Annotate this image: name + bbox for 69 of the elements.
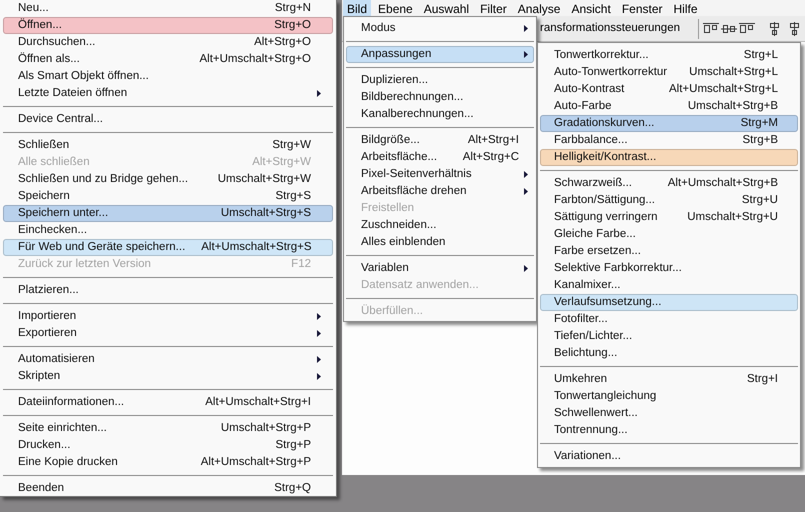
menu-bar-item[interactable]: Filter	[476, 0, 511, 16]
menu-bar-item[interactable]: Hilfe	[670, 0, 702, 16]
menu-item[interactable]: Seite einrichten... Umschalt+Strg+P	[3, 420, 333, 437]
menu-item[interactable]: Speichern unter... Umschalt+Strg+S	[3, 205, 333, 222]
menu-item[interactable]: Kanalmixer...	[540, 277, 798, 294]
menu-item[interactable]: Belichtung...	[540, 345, 798, 362]
menu-item[interactable]: Farbton/Sättigung... Strg+U	[540, 192, 798, 209]
menu-bar-item[interactable]: Bild	[343, 0, 372, 16]
menu-item[interactable]: Selektive Farbkorrektur...	[540, 260, 798, 277]
menu-item[interactable]: Farbbalance... Strg+B	[540, 132, 798, 149]
menu-item[interactable]: Modus	[346, 20, 534, 37]
menu-item[interactable]: Auto-Kontrast Alt+Umschalt+Strg+L	[540, 81, 798, 98]
menu-item[interactable]: Eine Kopie drucken Alt+Umschalt+Strg+P	[3, 454, 333, 471]
menu-item[interactable]: Verlaufsumsetzung...	[540, 294, 798, 311]
menu-item[interactable]: Schließen Strg+W	[3, 137, 333, 154]
menu-item[interactable]: Pixel-Seitenverhältnis	[346, 166, 534, 183]
menu-item[interactable]: Farbe ersetzen...	[540, 243, 798, 260]
menu-item[interactable]: Arbeitsfläche drehen	[346, 183, 534, 200]
menu-bar-item[interactable]: Analyse	[514, 0, 564, 16]
options-label: ransformationssteuerungen	[540, 20, 680, 36]
menu-item[interactable]: Öffnen... Strg+O	[3, 17, 333, 34]
menu-item[interactable]: Bildberechnungen...	[346, 89, 534, 106]
menu-item[interactable]: Durchsuchen... Alt+Strg+O	[3, 34, 333, 51]
menu-item[interactable]: Dateiinformationen... Alt+Umschalt+Strg+I	[3, 394, 333, 411]
menu-item[interactable]: Speichern Strg+S	[3, 188, 333, 205]
menu-item[interactable]: Tonwertangleichung	[540, 388, 798, 405]
menu-item[interactable]: Umkehren Strg+I	[540, 371, 798, 388]
menu-item[interactable]: Zuschneiden...	[346, 217, 534, 234]
menu-item[interactable]: Platzieren...	[3, 282, 333, 299]
menu-item[interactable]: Drucken... Strg+P	[3, 437, 333, 454]
menu-item[interactable]: Schließen und zu Bridge gehen... Umschalt+Strg+W	[3, 171, 333, 188]
menu-bar-item[interactable]: Ebene	[374, 0, 417, 16]
menu-item[interactable]: Gleiche Farbe...	[540, 226, 798, 243]
menu-item[interactable]: Variablen	[346, 260, 534, 277]
menu-item[interactable]: Öffnen als... Alt+Umschalt+Strg+O	[3, 51, 333, 68]
menu-item[interactable]: Tonwertkorrektur... Strg+L	[540, 47, 798, 64]
menu-item[interactable]: Beenden Strg+Q	[3, 480, 333, 497]
menu-item[interactable]: Einchecken...	[3, 222, 333, 239]
menu-item[interactable]: Fotofilter...	[540, 311, 798, 328]
menu-item[interactable]: Bildgröße... Alt+Strg+I	[346, 132, 534, 149]
menu-item[interactable]: Kanalberechnungen...	[346, 106, 534, 123]
menu-item[interactable]: Automatisieren	[3, 351, 333, 368]
menu-item[interactable]: Gradationskurven... Strg+M	[540, 115, 798, 132]
menu-item[interactable]: Anpassungen	[346, 46, 534, 63]
menu-item[interactable]: Neu... Strg+N	[3, 0, 333, 17]
align-icon[interactable]	[739, 22, 755, 36]
align-icon[interactable]	[703, 22, 719, 36]
menu-item[interactable]: Tiefen/Lichter...	[540, 328, 798, 345]
menu-item[interactable]: Skripten	[3, 368, 333, 385]
menu-item[interactable]: Variationen...	[540, 448, 798, 465]
menu-item[interactable]: Schwellenwert...	[540, 405, 798, 422]
menu-item[interactable]: Helligkeit/Kontrast...	[540, 149, 798, 166]
menu-item[interactable]: Alles einblenden	[346, 234, 534, 251]
menu-bar-item[interactable]: Auswahl	[420, 0, 474, 16]
menu-item[interactable]: Duplizieren...	[346, 72, 534, 89]
menu-item[interactable]: Device Central...	[3, 111, 333, 128]
menu-bar-item[interactable]: Ansicht	[567, 0, 615, 16]
menu-item[interactable]: Letzte Dateien öffnen	[3, 85, 333, 102]
menu-item[interactable]: Arbeitsfläche... Alt+Strg+C	[346, 149, 534, 166]
menu-item[interactable]: Für Web und Geräte speichern... Alt+Umschalt+Strg+S	[3, 239, 333, 256]
menu-item[interactable]: Sättigung verringern Umschalt+Strg+U	[540, 209, 798, 226]
menu-item[interactable]: Auto-Tonwertkorrektur Umschalt+Strg+L	[540, 64, 798, 81]
menu-bar-item[interactable]: Fenster	[618, 0, 666, 16]
menu-item[interactable]: Tontrennung...	[540, 422, 798, 439]
menu-item[interactable]: Exportieren	[3, 325, 333, 342]
menu-item[interactable]: Schwarzweiß... Alt+Umschalt+Strg+B	[540, 175, 798, 192]
menu-item[interactable]: Importieren	[3, 308, 333, 325]
menu-item[interactable]: Auto-Farbe Umschalt+Strg+B	[540, 98, 798, 115]
menu-item[interactable]: Als Smart Objekt öffnen...	[3, 68, 333, 85]
